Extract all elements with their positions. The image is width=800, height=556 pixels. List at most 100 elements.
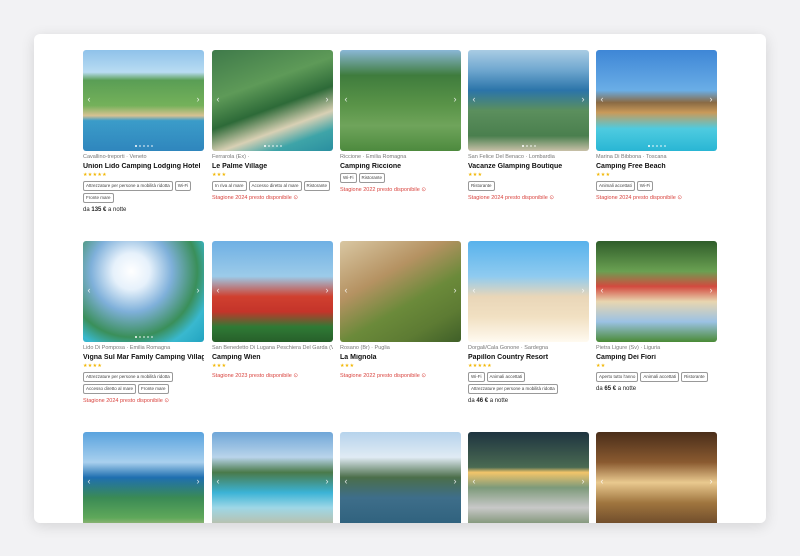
camping-card-camping-dei-fiori[interactable]: ‹ › Pietra Ligure (Sv) · Liguria Camping De…	[596, 241, 717, 392]
chevron-right-icon[interactable]: ›	[579, 476, 587, 486]
camping-photo[interactable]: ‹ ›	[596, 50, 717, 151]
chevron-left-icon[interactable]: ‹	[214, 94, 222, 104]
camping-photo[interactable]: ‹ ›	[596, 432, 717, 523]
camping-card-13[interactable]: ‹ ›	[340, 432, 461, 523]
card-title[interactable]: Vigna Sul Mar Family Camping Village	[83, 354, 204, 361]
info-icon[interactable]: ⊙	[420, 373, 426, 379]
gallery-dot[interactable]	[150, 145, 153, 147]
chevron-left-icon[interactable]: ‹	[342, 476, 350, 486]
camping-card-le-palme-village[interactable]: ‹ › Ferrarola (Ex) · Le Palme Village ★★★ In …	[212, 50, 333, 201]
camping-card-15[interactable]: ‹ ›	[596, 432, 717, 523]
chevron-right-icon[interactable]: ›	[707, 476, 715, 486]
gallery-dot[interactable]	[134, 145, 137, 147]
camping-card-union-lido-camping-lodging-hotel[interactable]: ‹ › Cavallino-treporti · Veneto Union Lido …	[83, 50, 204, 213]
camping-photo[interactable]: ‹ ›	[212, 241, 333, 342]
camping-photo[interactable]: ‹ ›	[340, 50, 461, 151]
chevron-left-icon[interactable]: ‹	[598, 285, 606, 295]
gallery-dot[interactable]	[271, 145, 274, 147]
gallery-dot[interactable]	[533, 145, 536, 147]
camping-card-vacanze-glamping-boutique[interactable]: ‹ › San Felice Del Benaco · Lombardia Vacan…	[468, 50, 589, 201]
gallery-dot[interactable]	[525, 145, 528, 147]
chevron-right-icon[interactable]: ›	[707, 285, 715, 295]
camping-card-14[interactable]: ‹ ›	[468, 432, 589, 523]
card-title[interactable]: Camping Riccione	[340, 163, 461, 170]
camping-photo[interactable]: ‹ ›	[596, 241, 717, 342]
camping-card-camping-wien[interactable]: ‹ › San Benedetto Di Lugana Peschiera Del …	[212, 241, 333, 379]
gallery-dot[interactable]	[647, 145, 650, 147]
chevron-right-icon[interactable]: ›	[323, 94, 331, 104]
camping-photo[interactable]: ‹ ›	[468, 50, 589, 151]
card-title[interactable]: Camping Wien	[212, 354, 333, 361]
gallery-dot[interactable]	[146, 145, 149, 147]
chevron-left-icon[interactable]: ‹	[470, 94, 478, 104]
info-icon[interactable]: ⊙	[548, 195, 554, 201]
gallery-dot[interactable]	[521, 145, 524, 147]
camping-photo[interactable]: ‹ ›	[340, 241, 461, 342]
chevron-right-icon[interactable]: ›	[451, 476, 459, 486]
camping-photo[interactable]: ‹ ›	[83, 50, 204, 151]
camping-photo[interactable]: ‹ ›	[83, 432, 204, 523]
card-title[interactable]: Camping Dei Fiori	[596, 354, 717, 361]
info-icon[interactable]: ⊙	[292, 373, 298, 379]
camping-photo[interactable]: ‹ ›	[468, 432, 589, 523]
gallery-dot[interactable]	[659, 145, 662, 147]
camping-card-camping-free-beach[interactable]: ‹ › Marina Di Bibbona · Toscana Camping Fre…	[596, 50, 717, 201]
gallery-dot[interactable]	[663, 145, 666, 147]
chevron-left-icon[interactable]: ‹	[214, 476, 222, 486]
gallery-dot[interactable]	[138, 336, 141, 338]
camping-card-camping-riccione[interactable]: ‹ › Riccione · Emilia Romagna Camping Ricci…	[340, 50, 461, 193]
chevron-left-icon[interactable]: ‹	[85, 285, 93, 295]
chevron-left-icon[interactable]: ‹	[214, 285, 222, 295]
camping-card-11[interactable]: ‹ ›	[83, 432, 204, 523]
chevron-left-icon[interactable]: ‹	[85, 476, 93, 486]
info-icon[interactable]: ⊙	[420, 187, 426, 193]
camping-card-la-mignola[interactable]: ‹ › Rosano (Br) · Puglia La Mignola ★★★ Stagi…	[340, 241, 461, 379]
camping-card-papillon-country-resort[interactable]: ‹ › Dorgali/Cala Gonone · Sardegna Papillon…	[468, 241, 589, 404]
card-title[interactable]: Union Lido Camping Lodging Hotel	[83, 163, 204, 170]
gallery-dot[interactable]	[146, 336, 149, 338]
gallery-dot[interactable]	[134, 336, 137, 338]
chevron-left-icon[interactable]: ‹	[342, 285, 350, 295]
gallery-dot[interactable]	[655, 145, 658, 147]
camping-photo[interactable]: ‹ ›	[468, 241, 589, 342]
camping-card-12[interactable]: ‹ ›	[212, 432, 333, 523]
card-title[interactable]: Vacanze Glamping Boutique	[468, 163, 589, 170]
chevron-left-icon[interactable]: ‹	[342, 94, 350, 104]
chevron-right-icon[interactable]: ›	[194, 94, 202, 104]
gallery-dot[interactable]	[138, 145, 141, 147]
camping-photo[interactable]: ‹ ›	[212, 432, 333, 523]
gallery-dot[interactable]	[142, 336, 145, 338]
card-title[interactable]: La Mignola	[340, 354, 461, 361]
gallery-dot[interactable]	[279, 145, 282, 147]
gallery-dot[interactable]	[529, 145, 532, 147]
chevron-left-icon[interactable]: ‹	[598, 476, 606, 486]
card-title[interactable]: Le Palme Village	[212, 163, 333, 170]
chevron-right-icon[interactable]: ›	[451, 285, 459, 295]
info-icon[interactable]: ⊙	[292, 195, 298, 201]
camping-photo[interactable]: ‹ ›	[212, 50, 333, 151]
card-title[interactable]: Camping Free Beach	[596, 163, 717, 170]
camping-photo[interactable]: ‹ ›	[340, 432, 461, 523]
gallery-dot[interactable]	[150, 336, 153, 338]
chevron-right-icon[interactable]: ›	[579, 94, 587, 104]
chevron-right-icon[interactable]: ›	[323, 476, 331, 486]
chevron-left-icon[interactable]: ‹	[85, 94, 93, 104]
chevron-right-icon[interactable]: ›	[707, 94, 715, 104]
gallery-dot[interactable]	[275, 145, 278, 147]
chevron-left-icon[interactable]: ‹	[470, 476, 478, 486]
camping-card-vigna-sul-mar-family-camping-village[interactable]: ‹ › Lido Di Pomposa · Emilia Romagna Vigna …	[83, 241, 204, 404]
camping-photo[interactable]: ‹ ›	[83, 241, 204, 342]
chevron-right-icon[interactable]: ›	[323, 285, 331, 295]
info-icon[interactable]: ⊙	[163, 398, 169, 404]
chevron-right-icon[interactable]: ›	[194, 285, 202, 295]
chevron-left-icon[interactable]: ‹	[470, 285, 478, 295]
card-title[interactable]: Papillon Country Resort	[468, 354, 589, 361]
gallery-dot[interactable]	[651, 145, 654, 147]
chevron-right-icon[interactable]: ›	[194, 476, 202, 486]
gallery-dot[interactable]	[267, 145, 270, 147]
info-icon[interactable]: ⊙	[676, 195, 682, 201]
chevron-right-icon[interactable]: ›	[579, 285, 587, 295]
chevron-left-icon[interactable]: ‹	[598, 94, 606, 104]
gallery-dot[interactable]	[263, 145, 266, 147]
gallery-dot[interactable]	[142, 145, 145, 147]
